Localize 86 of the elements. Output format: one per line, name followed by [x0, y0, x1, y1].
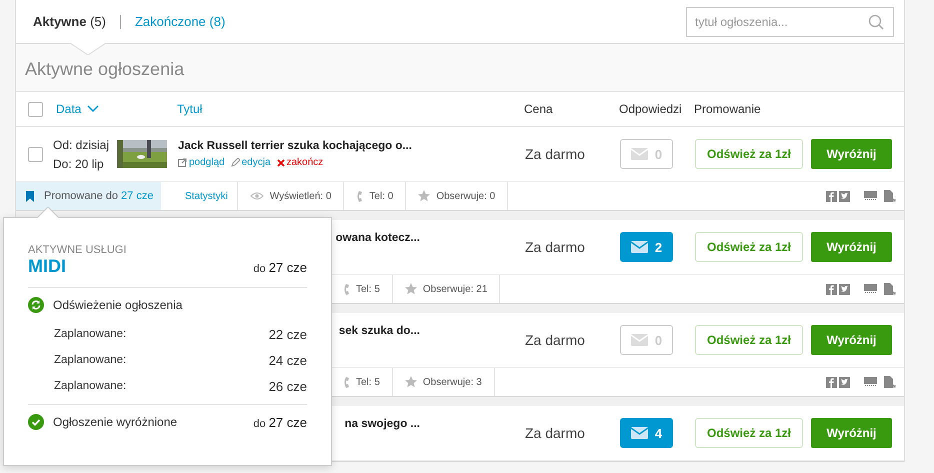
- date-to: Do: 20 lip: [53, 156, 105, 170]
- action-link[interactable]: zakończ: [276, 157, 324, 168]
- refresh-icon: [28, 297, 44, 313]
- column-header[interactable]: Tytuł: [177, 102, 524, 116]
- bookmark-icon: [26, 190, 34, 202]
- statistics-link[interactable]: Statystyki: [161, 182, 238, 210]
- ad-title[interactable]: sek szuka do...: [338, 325, 420, 337]
- stat-text: Tel: 5: [356, 284, 380, 294]
- facebook-icon[interactable]: [826, 376, 837, 388]
- document-icon[interactable]: [884, 190, 896, 202]
- pencil-icon: [230, 158, 240, 167]
- star-icon: [418, 190, 430, 202]
- action-link[interactable]: edycja: [230, 157, 270, 168]
- ad-title[interactable]: owana kotecz...: [336, 232, 420, 244]
- plan-expiry: do 27 cze: [253, 260, 307, 275]
- stat-text: Tel: 5: [356, 376, 380, 388]
- stat-text: Wyświetleń: 0: [270, 190, 332, 202]
- phone-icon: [343, 376, 350, 388]
- envelope-icon: [630, 241, 648, 253]
- printer-icon[interactable]: [864, 191, 877, 201]
- price: Za darmo: [525, 239, 586, 255]
- schedule-date: 26 cze: [268, 378, 307, 394]
- facebook-icon[interactable]: [826, 284, 837, 294]
- refresh-button[interactable]: Odśwież za 1zł: [695, 325, 803, 355]
- replies-button[interactable]: 4: [620, 418, 673, 448]
- phone-icon: [356, 190, 364, 202]
- envelope-icon: [630, 148, 648, 160]
- search-field[interactable]: tytuł ogłoszenia...: [686, 6, 894, 36]
- tab[interactable]: Aktywne (5): [33, 14, 106, 29]
- eye-icon: [250, 192, 264, 200]
- schedule-label: Zaplanowane:: [54, 328, 126, 340]
- promotion-text: Promowane do 27 cze: [44, 190, 154, 202]
- stat-text: Obserwuje: 3: [422, 376, 482, 388]
- column-header: Odpowiedzi: [619, 102, 683, 116]
- service-name: Ogłoszenie wyróżnione: [53, 415, 178, 429]
- ad-title[interactable]: na swojego ...: [344, 418, 420, 430]
- column-header: Promowanie: [694, 102, 761, 116]
- column-header[interactable]: Data: [56, 102, 177, 116]
- replies-button[interactable]: 2: [620, 232, 673, 262]
- refresh-button[interactable]: Odśwież za 1zł: [695, 232, 803, 262]
- twitter-icon[interactable]: [839, 190, 850, 202]
- ad-title[interactable]: Jack Russell terrier szuka kochającego o...: [178, 140, 525, 152]
- section-title: Aktywne ogłoszenia: [25, 59, 184, 80]
- schedule-date: 22 cze: [268, 326, 307, 342]
- promotion-label[interactable]: Promowane do 27 cze: [16, 182, 161, 210]
- facebook-icon[interactable]: [826, 190, 837, 202]
- date-from: Od: dzisiaj: [53, 138, 110, 152]
- stat-text: Obserwuje: 21: [422, 284, 488, 294]
- feature-button[interactable]: Wyróżnij: [811, 139, 892, 169]
- service-expiry: do 27 cze: [253, 414, 307, 430]
- star-icon: [404, 376, 417, 388]
- external-link-icon: [178, 158, 187, 167]
- star-icon: [404, 283, 417, 295]
- phone-icon: [343, 282, 350, 296]
- check-icon: [28, 414, 44, 430]
- column-header: Cena: [524, 102, 554, 116]
- feature-button[interactable]: Wyróżnij: [811, 232, 892, 262]
- checkbox[interactable]: [28, 146, 43, 162]
- feature-button[interactable]: Wyróżnij: [811, 325, 892, 355]
- refresh-button[interactable]: Odśwież za 1zł: [695, 418, 803, 448]
- plan-name: MIDI: [28, 256, 66, 277]
- envelope-icon: [630, 427, 648, 439]
- schedule-label: Zaplanowane:: [54, 380, 126, 392]
- printer-icon[interactable]: [864, 284, 877, 294]
- envelope-icon: [630, 334, 648, 346]
- feature-button[interactable]: Wyróżnij: [811, 418, 892, 448]
- schedule-date: 24 cze: [268, 352, 307, 368]
- document-icon[interactable]: [884, 283, 896, 295]
- price: Za darmo: [525, 146, 586, 162]
- service-name: Odświeżenie ogłoszenia: [53, 298, 182, 312]
- popover-heading: AKTYWNE USŁUGI: [28, 244, 128, 256]
- price: Za darmo: [525, 425, 586, 441]
- stat-text: Obserwuje: 0: [436, 190, 496, 202]
- tab[interactable]: Zakończone (8): [134, 14, 226, 29]
- search-icon: [868, 14, 884, 30]
- stat-text: Tel: 0: [369, 190, 394, 202]
- checkbox[interactable]: [28, 102, 43, 116]
- close-icon: [276, 158, 284, 166]
- action-link[interactable]: podgląd: [178, 157, 225, 168]
- twitter-icon[interactable]: [839, 284, 850, 294]
- document-icon[interactable]: [884, 376, 896, 388]
- refresh-button[interactable]: Odśwież za 1zł: [695, 139, 803, 169]
- printer-icon[interactable]: [864, 377, 877, 387]
- schedule-label: Zaplanowane:: [54, 354, 126, 366]
- price: Za darmo: [525, 332, 586, 348]
- twitter-icon[interactable]: [839, 376, 850, 388]
